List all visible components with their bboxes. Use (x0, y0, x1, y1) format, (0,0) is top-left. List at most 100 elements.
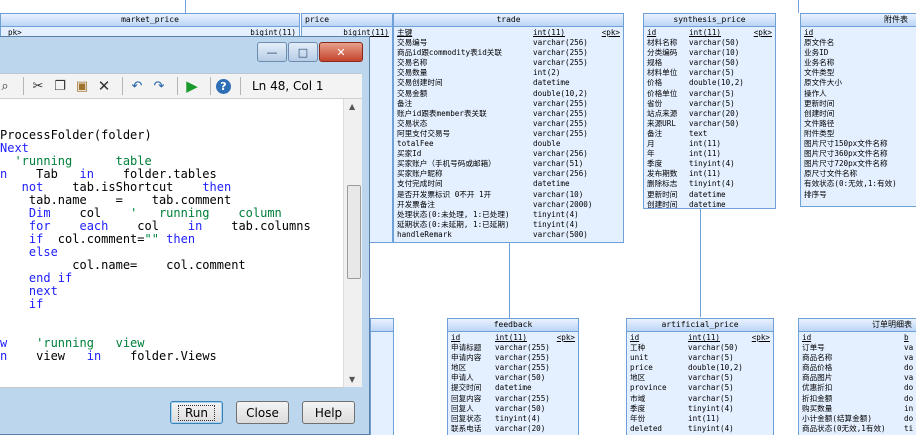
table-row: 买家账户（手机号码或邮箱） varchar(51) (397, 159, 620, 169)
scroll-down-icon[interactable]: ▼ (349, 375, 355, 384)
column-name: 回复人 (451, 403, 474, 413)
table-attachment[interactable]: 附件表 id 原文件名 业务ID 业务名称 文件类型 原文件大小 操作人 更新时间 创建时间 文件… (800, 13, 916, 207)
column-type: double(10,2) (689, 78, 743, 88)
table-order-detail[interactable]: 订单明细表 id b 订单号 va 商品名称 va 商品价格 do 商品图片 va 优惠折扣 do 折扣… (798, 318, 916, 435)
help-button[interactable]: Help (302, 401, 355, 424)
table-row: 季度 tinyint(4) (647, 159, 772, 169)
maximize-button[interactable]: □ (288, 42, 318, 62)
column-type: varchar(10) (533, 189, 584, 199)
column-type: varchar(50) (495, 403, 546, 413)
table-row: 月 int(11) (647, 139, 772, 149)
table-row: 商品id跟commodity表id关联 varchar(255) (397, 48, 620, 58)
column-type: tinyint(4) (688, 403, 734, 413)
column-name: 地区 (630, 373, 646, 383)
column-name: 有效状态(0:无效,1:有效) (804, 179, 897, 189)
table-row: 分类编码 varchar(10) (647, 48, 772, 58)
column-type: varchar(255) (495, 343, 550, 353)
scrollbar-thumb[interactable] (347, 185, 361, 279)
table-synthesis-price[interactable]: synthesis_price id int(11) <pk> 材料名称 varchar… (643, 13, 776, 209)
column-type: varchar(5) (689, 68, 735, 78)
table-row: 价格单位 varchar(5) (647, 89, 772, 99)
paste-icon[interactable]: ▣ (73, 77, 91, 95)
redo-icon[interactable]: ↷ (150, 77, 168, 95)
scroll-up-icon[interactable]: ▲ (349, 102, 355, 111)
table-trade[interactable]: trade 主键 int(11) <pk> 交易编号 varchar(256) 商品id跟… (393, 13, 624, 243)
table-row: 材料单位 varchar(5) (647, 68, 772, 78)
column-name: id (802, 333, 812, 342)
column-type: varchar(20) (689, 108, 740, 118)
table-row: 处理状态(0:未处理, 1:已处理) tinyint(4) (397, 210, 620, 220)
code-token: ProcessFolder(folder) (0, 128, 152, 142)
column-name: 申请内容 (451, 353, 482, 363)
table-fragment-left: . (370, 318, 394, 435)
column-type: tinyint(4) (689, 159, 735, 169)
delete-icon[interactable]: ✕ (95, 77, 113, 95)
column-type: int(11) (689, 169, 722, 179)
column-name: 附件类型 (804, 128, 835, 138)
column-name: 备注 (647, 128, 663, 138)
column-type: int(11) (533, 28, 566, 37)
close-button[interactable]: Close (236, 401, 289, 424)
column-name: 图片尺寸360px文件名称 (804, 149, 888, 159)
table-row: 市域 varchar(5) (630, 394, 770, 404)
code-line: ProcessFolder(folder) (0, 129, 311, 142)
table-row: 备注 text (647, 129, 772, 139)
minimize-button[interactable]: — (257, 42, 287, 62)
table-row: 支付完成时间 datetime (397, 179, 620, 189)
table-row: 年 int(11) (647, 149, 772, 159)
column-name: 交易状态 (397, 118, 428, 128)
column-name: 图片尺寸720px文件名称 (804, 159, 888, 169)
script-editor[interactable]: ProcessFolder(folder) Next 'running table… (0, 99, 343, 388)
script-code[interactable]: ProcessFolder(folder) Next 'running table… (0, 129, 311, 363)
cut-icon[interactable]: ✂ (29, 77, 47, 95)
table-row: id b (802, 333, 913, 343)
table-row: 创建时间 datetime (647, 200, 772, 208)
table-title: 订单明细表 (799, 319, 916, 332)
column-name: 商品图片 (802, 373, 833, 383)
copy-icon[interactable]: ❐ (51, 77, 69, 95)
column-type: va (904, 343, 914, 353)
column-name: 价格 (647, 78, 663, 88)
column-type: va (904, 373, 914, 383)
code-token: else (0, 245, 58, 259)
column-type: varchar(5) (688, 393, 734, 403)
table-row: 省份 varchar(5) (647, 99, 772, 109)
column-name: 材料名称 (647, 38, 678, 48)
table-row: 账户id跟表member表关联 varchar(255) (397, 109, 620, 119)
column-type: text (689, 128, 708, 138)
column-name: 市域 (630, 393, 646, 403)
column-type: varchar(5) (688, 383, 734, 393)
code-token: tab.isShortcut (43, 180, 203, 194)
edit-run-script-dialog[interactable]: — □ ✕ ⌕ ✂ ❐ ▣ ✕ ↶ ↷ ▶ ? Ln 48, Col 1 Pro… (0, 36, 370, 435)
column-name: 回复内容 (451, 393, 482, 403)
table-artificial-price[interactable]: artificial_price id int(11) <pk> 工种 varchar(… (626, 318, 774, 435)
table-title: market_price (1, 14, 299, 27)
connector-line (700, 209, 701, 317)
table-row: 回复内容 varchar(255) (451, 394, 575, 404)
help-icon[interactable]: ? (216, 78, 231, 94)
column-type: tinyint(4) (495, 413, 541, 423)
toolbar-separator (122, 77, 123, 95)
table-title: trade (394, 14, 623, 27)
undo-icon[interactable]: ↶ (128, 77, 146, 95)
column-type: double (533, 139, 561, 149)
column-type: varchar(255) (533, 48, 588, 58)
table-feedback[interactable]: feedback id int(11) <pk> 申请标题 varchar(255) 申请… (447, 318, 579, 435)
column-name: 商品名称 (802, 353, 833, 363)
column-type: do (904, 363, 914, 373)
column-name: 折扣金额 (802, 393, 833, 403)
column-name: 交易名称 (397, 58, 428, 68)
close-window-button[interactable]: ✕ (319, 42, 363, 62)
table-row: 站点来源 varchar(20) (647, 109, 772, 119)
editor-vertical-scrollbar[interactable]: ▲ ▼ (343, 99, 362, 387)
column-type: tinyint(4) (688, 423, 734, 433)
search-icon[interactable]: ⌕ (0, 77, 14, 95)
table-row: 发布期数 int(11) (647, 169, 772, 179)
column-name: 文件类型 (804, 68, 835, 78)
run-icon[interactable]: ▶ (183, 77, 201, 95)
column-name: 商品价格 (802, 363, 833, 373)
run-button[interactable]: Run (170, 401, 223, 424)
